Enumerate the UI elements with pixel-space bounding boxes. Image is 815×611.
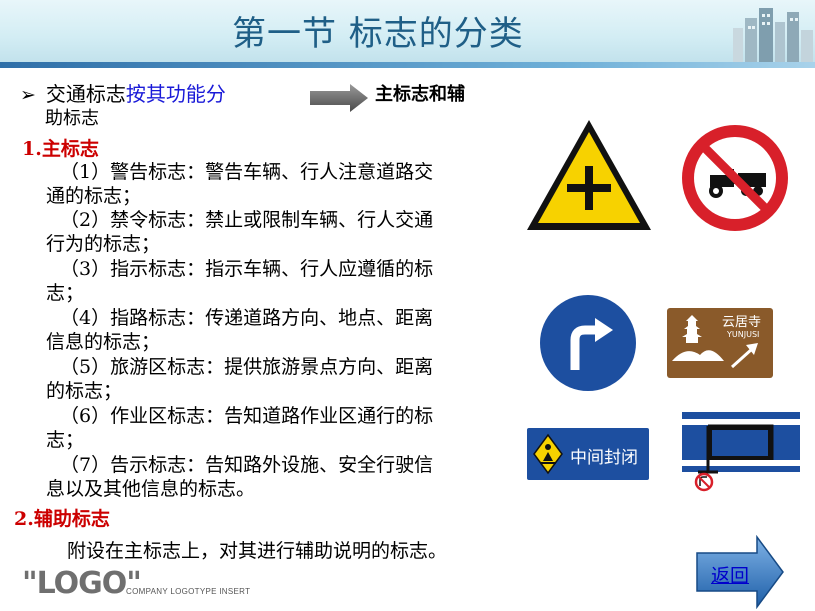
list-item: （7）告示标志：告知路外设施、安全行驶信 息以及其他信息的标志。 — [46, 454, 434, 500]
list-item: （3）指示标志：指示车辆、行人应遵循的标 志； — [46, 258, 434, 304]
list-item: （4）指路标志：传递道路方向、地点、距离 信息的标志； — [46, 307, 434, 353]
warning-crossroad-sign-icon — [527, 120, 651, 230]
list-item: （5）旅游区标志：提供旅游景点方向、距离 的标志； — [46, 356, 434, 402]
company-logo: "LOGO" — [22, 566, 142, 601]
intro-result-continued: 助标志 — [45, 108, 99, 129]
intro-highlight: 按其功能分 — [125, 82, 226, 106]
bullet-arrow-icon: ➢ — [20, 84, 36, 106]
section-heading-main-signs: 1.主标志 — [22, 138, 99, 160]
city-skyline-decoration — [733, 8, 813, 62]
tourist-sign-name: 云居寺 — [722, 315, 762, 330]
right-arrow-icon — [310, 84, 368, 112]
back-link[interactable]: 返回 — [711, 561, 749, 588]
intro-result: 主标志和辅 — [375, 84, 465, 105]
turn-right-mandatory-sign-icon — [536, 291, 640, 395]
tourist-sign-pinyin: YUNJUSI — [727, 330, 760, 339]
section-heading-auxiliary-signs: 2.辅助标志 — [14, 508, 110, 530]
list-item: （6）作业区标志：告知道路作业区通行的标 志； — [46, 405, 434, 451]
auxiliary-lane-sign-icon — [682, 412, 800, 492]
intro-lead: 交通标志 — [45, 82, 126, 106]
intro-bullet: ➢ 交通标志按其功能分 — [20, 78, 226, 107]
list-item: （2）禁令标志：禁止或限制车辆、行人交通 行为的标志； — [46, 209, 434, 255]
page-title: 第一节 标志的分类 — [232, 14, 524, 54]
list-item: （1）警告标志：警告车辆、行人注意道路交 通的标志； — [46, 161, 434, 207]
auxiliary-sign-description: 附设在主标志上，对其进行辅助说明的标志。 — [67, 540, 448, 562]
no-tractor-prohibition-sign-icon — [682, 125, 788, 231]
work-zone-sign-text: 中间封闭 — [570, 448, 638, 468]
header-divider — [0, 62, 815, 68]
logo-caption: COMPANY LOGOTYPE INSERT — [126, 587, 251, 596]
